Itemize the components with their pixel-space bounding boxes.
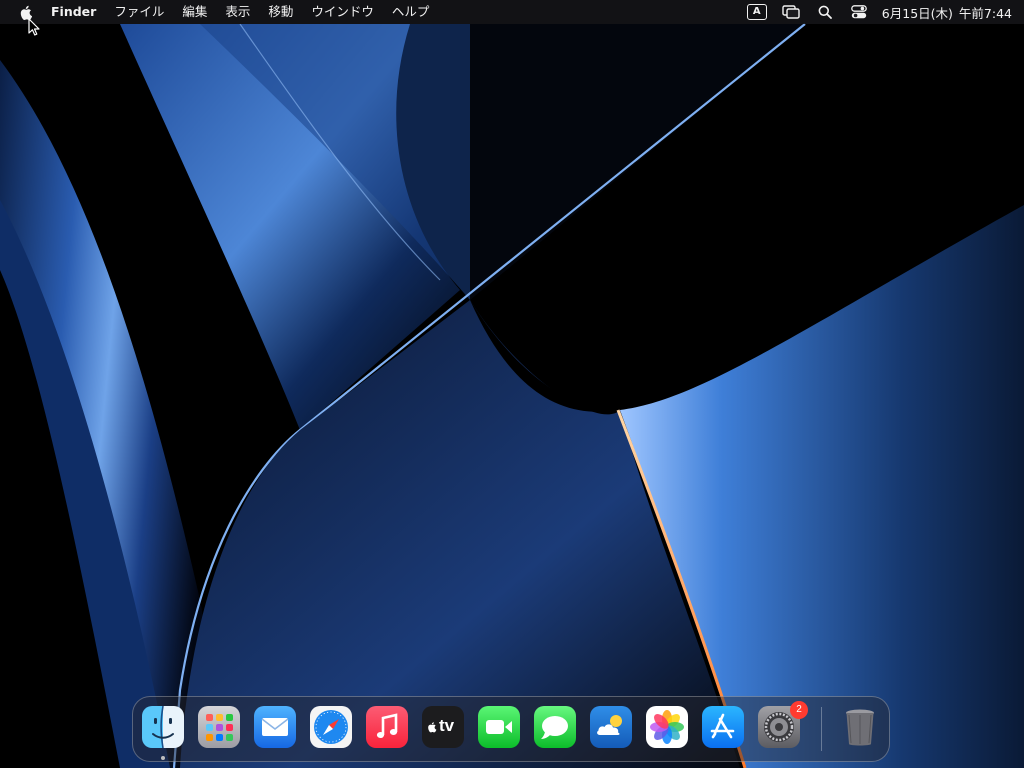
app-store-icon (702, 706, 744, 748)
mail-icon (254, 706, 296, 748)
dock-item-tv[interactable]: tv (422, 706, 464, 748)
trash-icon (839, 706, 881, 748)
clock-time: 午前7:44 (958, 5, 1012, 21)
menu-bar: Finder ファイル 編集 表示 移動 ウインドウ ヘルプ A 6月15日(木… (0, 0, 1024, 24)
music-icon (366, 706, 408, 748)
control-center-icon[interactable] (842, 0, 876, 24)
dock-item-music[interactable] (366, 706, 408, 748)
dock-item-photos[interactable] (646, 706, 688, 748)
finder-icon (142, 706, 184, 748)
dock-item-app-store[interactable] (702, 706, 744, 748)
dock-separator (821, 707, 822, 751)
facetime-icon (478, 706, 520, 748)
dock-item-messages[interactable] (534, 706, 576, 748)
notification-badge: 2 (790, 701, 808, 719)
input-source-icon[interactable]: A (740, 0, 774, 24)
menu-window[interactable]: ウインドウ (302, 0, 383, 24)
dock-item-trash[interactable] (839, 706, 881, 748)
dock: tv 2 (132, 696, 890, 762)
desktop-wallpaper (0, 0, 1024, 768)
running-indicator (161, 756, 165, 760)
tv-icon: tv (422, 706, 464, 748)
menu-view[interactable]: 表示 (216, 0, 259, 24)
input-source-label: A (746, 4, 767, 20)
photos-icon (646, 706, 688, 748)
dock-item-facetime[interactable] (478, 706, 520, 748)
launchpad-icon (198, 706, 240, 748)
tv-label: tv (439, 716, 455, 735)
messages-icon (534, 706, 576, 748)
clock-date: 6月15日(木) (881, 5, 953, 21)
spotlight-search-icon[interactable] (808, 0, 842, 24)
dock-item-safari[interactable] (310, 706, 352, 748)
menu-go[interactable]: 移動 (259, 0, 302, 24)
menu-app-name[interactable]: Finder (42, 0, 105, 24)
dock-item-finder[interactable] (142, 706, 184, 760)
menu-clock[interactable]: 6月15日(木) 午前7:44 (882, 3, 1012, 22)
menu-help[interactable]: ヘルプ (383, 0, 439, 24)
safari-icon (310, 706, 352, 748)
dock-item-mail[interactable] (254, 706, 296, 748)
mouse-cursor-icon (28, 18, 40, 40)
dock-item-system-settings[interactable]: 2 (758, 701, 808, 748)
screen-mirroring-icon[interactable] (774, 0, 808, 24)
dock-item-launchpad[interactable] (198, 706, 240, 748)
menu-file[interactable]: ファイル (105, 0, 173, 24)
weather-icon (590, 706, 632, 748)
dock-item-weather[interactable] (590, 706, 632, 748)
menu-edit[interactable]: 編集 (173, 0, 216, 24)
